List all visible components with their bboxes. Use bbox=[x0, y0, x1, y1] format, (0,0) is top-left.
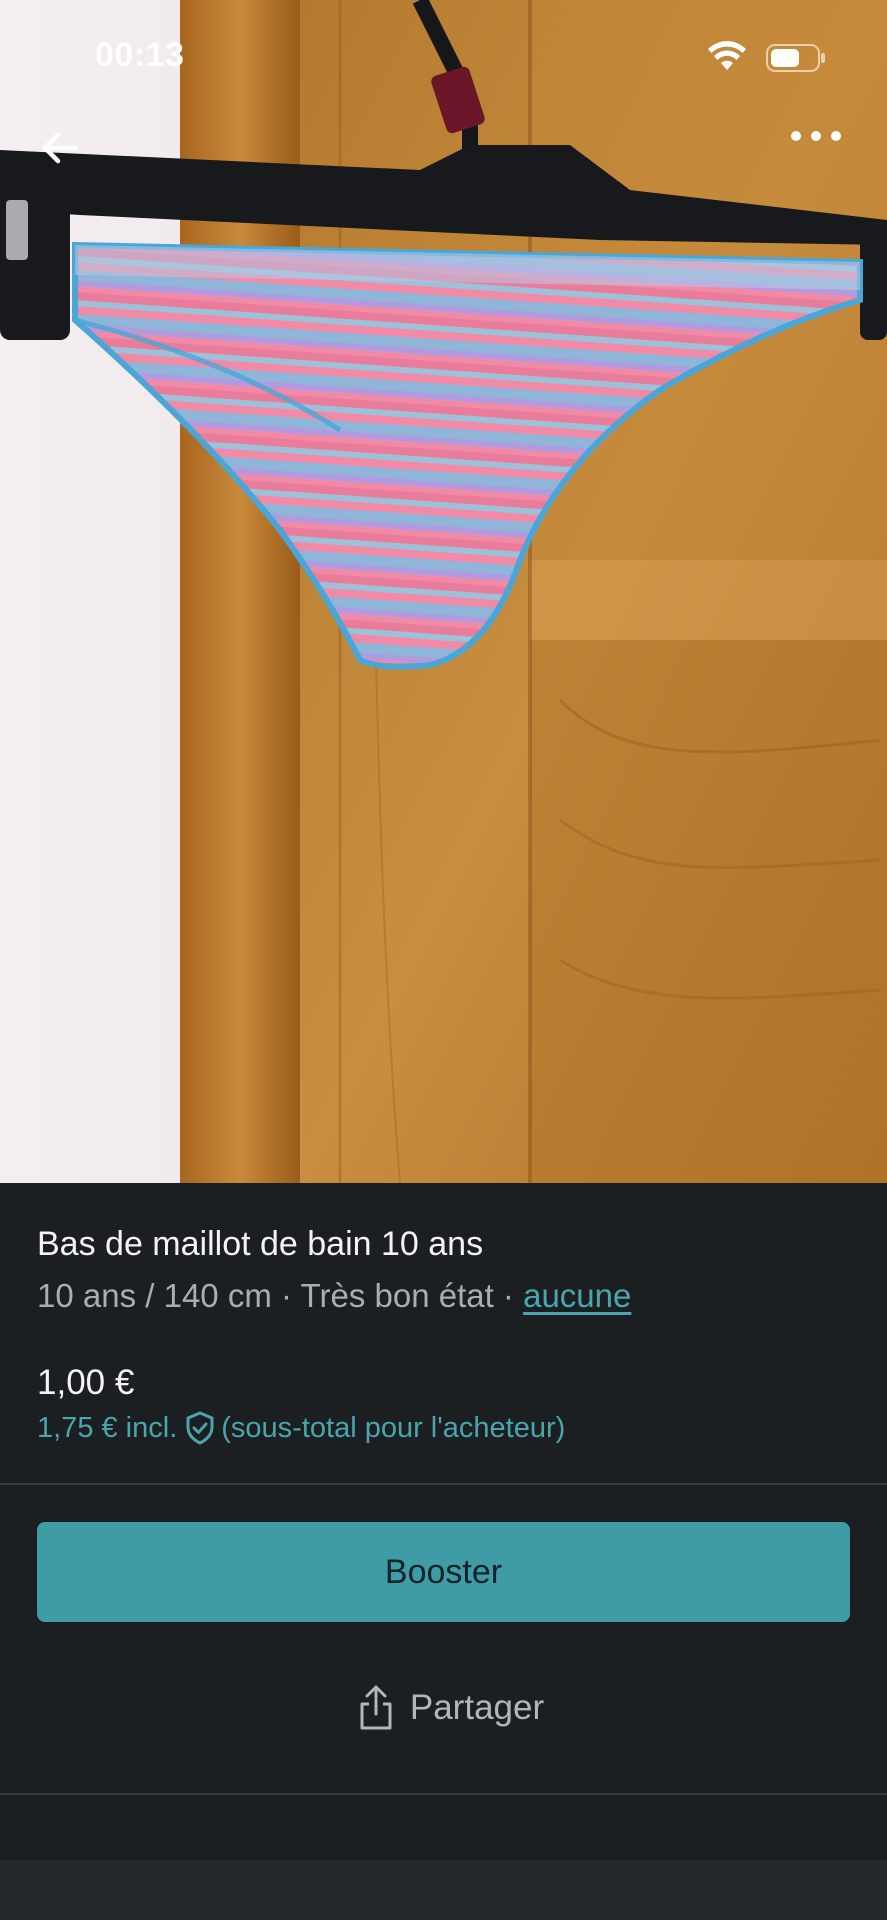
meta-separator: · bbox=[493, 1277, 524, 1314]
bottom-bar bbox=[0, 1860, 887, 1920]
top-nav bbox=[0, 120, 887, 190]
more-options-button[interactable] bbox=[790, 130, 860, 180]
back-button[interactable] bbox=[40, 130, 90, 180]
more-dots-icon bbox=[791, 131, 841, 141]
buyer-price-note: (sous-total pour l'acheteur) bbox=[221, 1411, 566, 1444]
share-label: Partager bbox=[409, 1688, 545, 1727]
item-condition: Très bon état bbox=[300, 1277, 494, 1314]
divider bbox=[0, 1483, 887, 1485]
share-button[interactable]: Partager bbox=[340, 1663, 560, 1753]
item-details: Bas de maillot de bain 10 ans 10 ans / 1… bbox=[0, 1183, 887, 1920]
divider bbox=[0, 1793, 887, 1795]
buyer-price-row[interactable]: 1,75 € incl. (sous-total pour l'acheteur… bbox=[37, 1411, 565, 1445]
buyer-price: 1,75 € incl. bbox=[37, 1411, 178, 1444]
item-meta: 10 ans / 140 cm · Très bon état · aucune bbox=[37, 1277, 631, 1315]
product-photo[interactable]: 00:13 bbox=[0, 0, 887, 1183]
status-bar: 00:13 bbox=[0, 0, 887, 120]
meta-separator: · bbox=[271, 1277, 301, 1314]
item-price: 1,00 € bbox=[37, 1363, 135, 1402]
item-size: 10 ans / 140 cm bbox=[37, 1277, 272, 1314]
boost-button[interactable]: Booster bbox=[37, 1522, 850, 1622]
status-time: 00:13 bbox=[95, 36, 185, 74]
shield-check-icon bbox=[185, 1411, 215, 1445]
item-brand-link[interactable]: aucune bbox=[523, 1277, 631, 1314]
arrow-left-icon bbox=[42, 132, 79, 164]
item-title: Bas de maillot de bain 10 ans bbox=[37, 1225, 484, 1263]
share-icon bbox=[360, 1685, 392, 1730]
